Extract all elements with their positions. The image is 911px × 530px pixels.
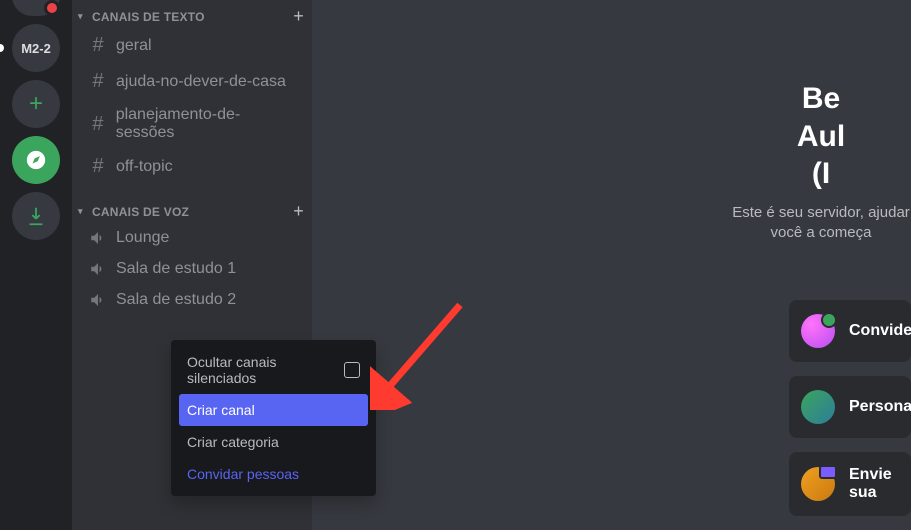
speaker-icon	[88, 260, 108, 278]
chevron-down-icon: ▾	[78, 11, 90, 22]
ctx-label: Convidar pessoas	[187, 466, 299, 482]
card-invite[interactable]: Convide	[789, 300, 911, 362]
channel-voice[interactable]: Sala de estudo 2	[80, 285, 304, 315]
compass-icon	[25, 149, 47, 171]
welcome-subtitle: Este é seu servidor, ajudar você a começ…	[731, 203, 911, 244]
channel-name: planejamento-de-sessões	[116, 106, 296, 142]
card-send-message[interactable]: Envie sua	[789, 452, 911, 516]
personalize-icon	[801, 390, 835, 424]
context-menu: Ocultar canais silenciados Criar canal C…	[171, 340, 376, 496]
download-apps-button[interactable]	[12, 192, 60, 240]
add-channel-icon[interactable]: +	[293, 6, 304, 27]
speaker-icon	[88, 291, 108, 309]
category-label: CANAIS DE VOZ	[92, 205, 189, 219]
add-channel-icon[interactable]: +	[293, 201, 304, 222]
chevron-down-icon: ▾	[78, 206, 90, 217]
invite-icon	[801, 314, 835, 348]
card-personalize[interactable]: Personal	[789, 376, 911, 438]
server-icon-m22[interactable]: M2-2	[12, 24, 60, 72]
category-label: CANAIS DE TEXTO	[92, 10, 205, 24]
category-header-text[interactable]: ▾ CANAIS DE TEXTO +	[72, 0, 312, 27]
card-label: Personal	[849, 398, 911, 416]
plus-icon: +	[29, 90, 43, 118]
channel-name: ajuda-no-dever-de-casa	[116, 73, 286, 91]
welcome-title: Be Aul (I	[731, 80, 911, 193]
onboarding-cards: Convide Personal Envie sua	[789, 300, 911, 516]
ctx-invite-people[interactable]: Convidar pessoas	[179, 458, 368, 490]
server-icon-partial[interactable]	[12, 0, 60, 16]
download-icon	[25, 205, 47, 227]
server-rail: M2-2 +	[0, 0, 72, 530]
checkbox-icon[interactable]	[344, 362, 360, 378]
ctx-create-category[interactable]: Criar categoria	[179, 426, 368, 458]
ctx-label: Criar canal	[187, 402, 255, 418]
channel-text[interactable]: # geral	[80, 28, 304, 63]
hash-icon: #	[88, 155, 108, 178]
hash-icon: #	[88, 113, 108, 136]
notification-badge	[44, 0, 60, 16]
server-label: M2-2	[21, 41, 51, 56]
channel-name: off-topic	[116, 158, 173, 176]
send-message-icon	[801, 467, 835, 501]
channel-voice[interactable]: Lounge	[80, 223, 304, 253]
welcome-block: Be Aul (I Este é seu servidor, ajudar vo…	[731, 80, 911, 243]
channel-voice[interactable]: Sala de estudo 1	[80, 254, 304, 284]
explore-servers-button[interactable]	[12, 136, 60, 184]
channel-name: Lounge	[116, 229, 169, 247]
ctx-create-channel[interactable]: Criar canal	[179, 394, 368, 426]
channel-text[interactable]: # off-topic	[80, 149, 304, 184]
speaker-icon	[88, 229, 108, 247]
ctx-label: Ocultar canais silenciados	[187, 354, 344, 386]
card-label: Convide	[849, 322, 911, 340]
category-header-voice[interactable]: ▾ CANAIS DE VOZ +	[72, 195, 312, 222]
channel-name: Sala de estudo 1	[116, 260, 236, 278]
main-content: Be Aul (I Este é seu servidor, ajudar vo…	[312, 0, 911, 530]
channel-text[interactable]: # planejamento-de-sessões	[80, 100, 304, 148]
server-selection-pill	[0, 44, 4, 52]
hash-icon: #	[88, 70, 108, 93]
card-label: Envie sua	[849, 466, 899, 502]
ctx-hide-muted[interactable]: Ocultar canais silenciados	[179, 346, 368, 394]
channel-name: geral	[116, 37, 152, 55]
add-server-button[interactable]: +	[12, 80, 60, 128]
hash-icon: #	[88, 34, 108, 57]
channel-name: Sala de estudo 2	[116, 291, 236, 309]
channel-text[interactable]: # ajuda-no-dever-de-casa	[80, 64, 304, 99]
ctx-label: Criar categoria	[187, 434, 279, 450]
